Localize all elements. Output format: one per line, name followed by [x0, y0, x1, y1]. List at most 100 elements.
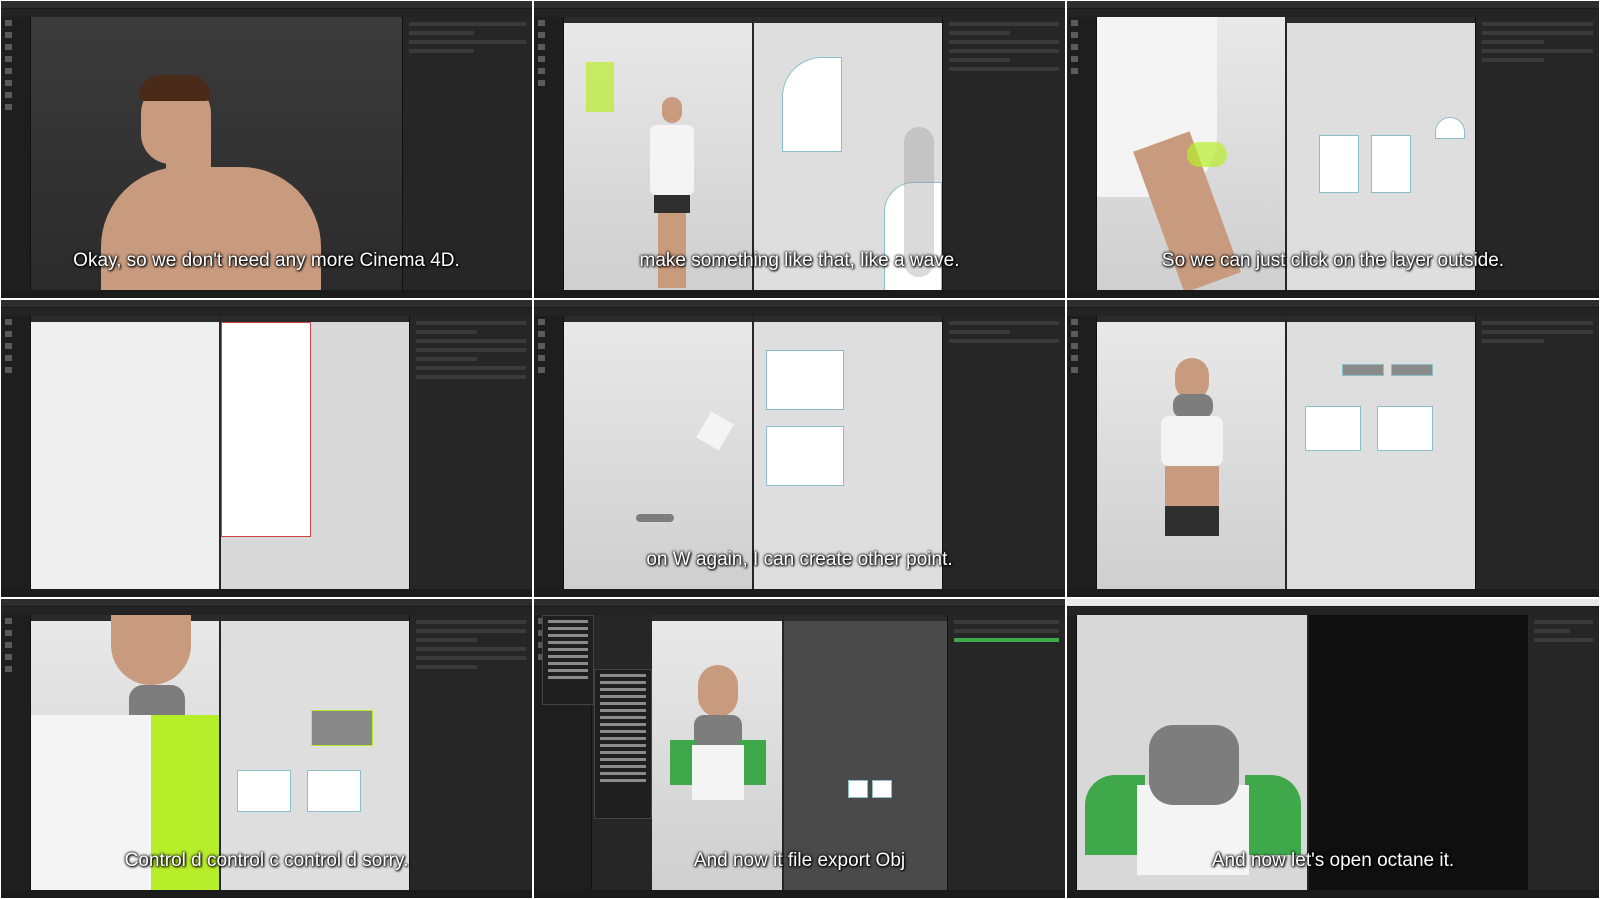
toolbar[interactable] [1, 607, 532, 615]
cloth-shadow [636, 514, 674, 522]
tile-marvelous-export: And now it file export Obj [533, 598, 1066, 899]
avatar-shirt [650, 125, 694, 195]
avatar-shorts [654, 195, 690, 213]
avatar-torso [101, 167, 321, 298]
avatar-head [111, 615, 191, 685]
toolbar[interactable] [534, 607, 1065, 615]
timeline[interactable] [1067, 890, 1599, 898]
menu-bar[interactable] [1067, 1, 1599, 12]
viewport-3d[interactable] [1077, 615, 1307, 890]
viewport-2d-pattern[interactable] [221, 615, 409, 890]
pattern-rectangle[interactable] [766, 426, 844, 486]
toolbar[interactable] [1, 9, 532, 17]
status-bar [1, 890, 532, 898]
left-toolbar[interactable] [1067, 316, 1097, 589]
viewport-3d[interactable] [652, 615, 782, 890]
taskbar[interactable] [1, 290, 532, 298]
selected-layer [1187, 142, 1227, 167]
property-editor[interactable] [409, 316, 532, 589]
menu-bar[interactable] [1, 1, 532, 12]
menu-bar[interactable] [534, 599, 1065, 610]
tile-marvelous-copy-collar: Control d control c control d sorry. [0, 598, 533, 899]
viewport-2d-pattern[interactable] [784, 615, 949, 890]
menu-bar[interactable] [534, 1, 1065, 12]
pattern-collar-copy[interactable] [311, 710, 373, 746]
cloth-piece [696, 411, 734, 451]
toolbar[interactable] [534, 9, 1065, 17]
octane-render-viewer[interactable] [1309, 615, 1527, 890]
status-bar [1067, 290, 1599, 298]
subtitle: make something like that, like a wave. [639, 250, 960, 271]
pattern-collar[interactable] [1391, 364, 1433, 376]
tile-marvelous-properties [0, 299, 533, 598]
viewport-3d[interactable] [31, 615, 219, 891]
pattern-collar[interactable] [1342, 364, 1384, 376]
tile-cinema4d-octane: And now let's open octane it. [1066, 598, 1600, 899]
crop-top [692, 745, 744, 800]
collar [1173, 394, 1213, 418]
toolbar[interactable] [1067, 308, 1599, 316]
toolbar[interactable] [1, 308, 532, 316]
left-toolbar[interactable] [1, 615, 31, 890]
object-browser-panel[interactable] [947, 615, 1065, 890]
pattern-front[interactable] [237, 770, 291, 812]
pattern-back[interactable] [872, 780, 892, 798]
status-bar [1067, 589, 1599, 597]
pattern-piece[interactable] [782, 57, 842, 152]
crop-top [1161, 416, 1223, 466]
object-browser-panel[interactable] [1475, 316, 1599, 589]
export-submenu[interactable] [594, 669, 652, 819]
menu-bar[interactable] [1, 300, 532, 311]
pattern-back[interactable] [307, 770, 361, 812]
tutorial-grid: Okay, so we don't need any more Cinema 4… [0, 0, 1600, 899]
subtitle: And now it file export Obj [693, 850, 906, 871]
left-toolbar[interactable] [1, 316, 31, 589]
collar [1149, 725, 1239, 805]
tile-marvelous-collar [1066, 299, 1600, 598]
menu-bar[interactable] [1067, 300, 1599, 311]
toolbar[interactable] [1067, 9, 1599, 17]
avatar-hair [139, 75, 211, 101]
menu-bar[interactable] [1067, 599, 1599, 610]
toolbar[interactable] [534, 308, 1065, 316]
subtitle: And now let's open octane it. [1211, 850, 1455, 871]
sleeve-right [1245, 775, 1301, 855]
avatar-shorts [1165, 506, 1219, 536]
status-bar [534, 589, 1065, 597]
tile-marvelous-rectangles: on W again, I can create other point. [533, 299, 1066, 598]
left-toolbar[interactable] [1067, 615, 1077, 890]
pattern-piece[interactable] [221, 322, 311, 537]
tile-cinema4d-portrait: Okay, so we don't need any more Cinema 4… [0, 0, 533, 299]
menu-bar[interactable] [534, 300, 1065, 311]
avatar-belly [1165, 466, 1219, 506]
pattern-front[interactable] [1319, 135, 1359, 193]
viewport-3d[interactable] [1097, 316, 1285, 589]
tile-marvelous-sleeve: So we can just click on the layer outsid… [1066, 0, 1600, 299]
viewport-2d-pattern[interactable] [1287, 316, 1475, 589]
status-bar [1, 589, 532, 597]
status-bar [534, 890, 1065, 898]
pattern-front[interactable] [1305, 406, 1361, 451]
subtitle: on W again, I can create other point. [646, 549, 953, 570]
selected-pattern [586, 62, 614, 112]
toolbar[interactable] [1067, 607, 1599, 615]
pattern-sleeve[interactable] [1435, 117, 1465, 139]
property-editor[interactable] [409, 615, 532, 890]
file-menu[interactable] [542, 615, 594, 705]
pattern-back[interactable] [1371, 135, 1411, 193]
menu-bar[interactable] [1, 599, 532, 610]
subtitle: Control d control c control d sorry. [124, 850, 409, 871]
pattern-back[interactable] [1377, 406, 1433, 451]
subtitle: So we can just click on the layer outsid… [1161, 250, 1505, 271]
pattern-rectangle[interactable] [766, 350, 844, 410]
tile-marvelous-avatar-wave: make something like that, like a wave. [533, 0, 1066, 299]
subtitle: Okay, so we don't need any more Cinema 4… [73, 250, 460, 271]
avatar-head [662, 97, 682, 123]
sleeve-left [1085, 775, 1145, 855]
pattern-front[interactable] [848, 780, 868, 798]
status-bar [534, 290, 1065, 298]
viewport-3d[interactable] [31, 316, 219, 589]
viewport-2d-pattern[interactable] [221, 316, 409, 589]
avatar-head [698, 665, 738, 717]
attributes-panel[interactable] [1527, 615, 1599, 890]
